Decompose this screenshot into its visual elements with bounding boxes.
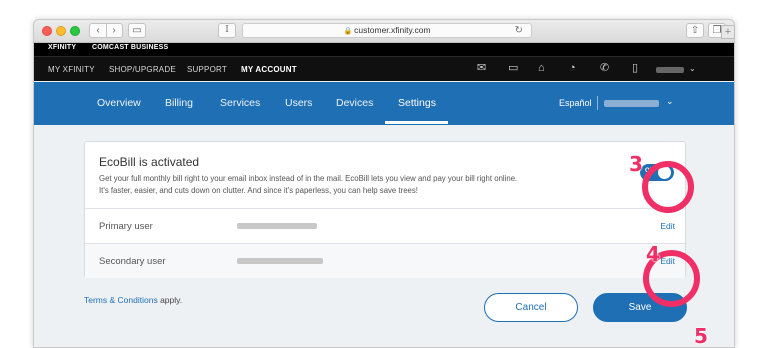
tab-billing[interactable]: Billing (165, 97, 193, 109)
tab-services[interactable]: Services (220, 97, 260, 109)
mobile-icon[interactable]: ▯ (632, 63, 638, 74)
ecobill-description: Get your full monthly bill right to your… (99, 173, 579, 196)
new-tab-button[interactable]: + (721, 25, 735, 39)
tab-devices[interactable]: Devices (336, 97, 373, 109)
step-3-marker: 3 (629, 152, 643, 176)
primary-user-label: Primary user (99, 221, 153, 232)
back-forward-buttons: ‹ › (89, 23, 123, 38)
ecobill-title: EcoBill is activated (99, 155, 200, 169)
minimize-window-button[interactable] (56, 26, 66, 36)
secondary-user-row: Secondary user Edit (85, 243, 685, 278)
main-nav: MY XFINITY SHOP/UPGRADE SUPPORT MY ACCOU… (34, 56, 734, 81)
text-cursor-icon: I (225, 25, 229, 35)
language-link[interactable]: Español (559, 98, 592, 108)
browser-toolbar: ‹ › ▭ I 🔒 customer.xfinity.com ↻ ⇧ ❐ (34, 20, 734, 43)
screenshot-stage: ‹ › ▭ I 🔒 customer.xfinity.com ↻ ⇧ ❐ XFINI… (0, 0, 768, 348)
reader-view-button[interactable]: I (218, 23, 236, 38)
primary-user-row: Primary user Edit (85, 208, 685, 243)
ecobill-description-line-2: It's faster, easier, and cuts down on cl… (99, 185, 418, 195)
nav-shop-upgrade[interactable]: SHOP/UPGRADE (109, 65, 176, 74)
nav-divider (597, 96, 598, 110)
brand-bar: XFINITY COMCAST BUSINESS (34, 43, 734, 56)
xfinity-link[interactable]: XFINITY (48, 44, 76, 51)
step-4-marker: 4 (646, 242, 660, 266)
address-bar[interactable]: 🔒 customer.xfinity.com ↻ (242, 23, 532, 38)
secondary-user-email-redacted (237, 258, 323, 264)
wifi-icon[interactable]: ◔ (569, 63, 576, 74)
sidebar-icon: ▭ (132, 25, 142, 36)
share-icon: ⇧ (690, 25, 700, 36)
account-name-redacted[interactable] (656, 67, 684, 73)
ecobill-card: EcoBill is activated Get your full month… (84, 141, 686, 278)
chevron-right-icon[interactable]: › (106, 24, 122, 37)
primary-user-email-redacted (237, 223, 317, 229)
nav-support[interactable]: SUPPORT (187, 65, 227, 74)
comcast-business-link[interactable]: COMCAST BUSINESS (92, 44, 168, 51)
ecobill-description-line-1: Get your full monthly bill right to your… (99, 174, 518, 183)
sidebar-toggle-button[interactable]: ▭ (128, 23, 146, 38)
tab-settings[interactable]: Settings (398, 97, 436, 109)
mail-icon[interactable]: ✉ (477, 63, 486, 74)
plus-icon: + (724, 26, 732, 38)
active-tab-indicator (385, 121, 448, 124)
nav-my-xfinity[interactable]: MY XFINITY (48, 65, 95, 74)
home-icon[interactable]: ⌂ (538, 63, 545, 74)
chevron-down-icon[interactable]: ⌄ (666, 96, 674, 107)
phone-icon[interactable]: ✆ (600, 63, 609, 74)
url-text: customer.xfinity.com (354, 25, 431, 35)
tab-overview[interactable]: Overview (97, 97, 141, 109)
user-name-redacted[interactable] (604, 100, 659, 107)
cancel-button[interactable]: Cancel (484, 293, 578, 322)
nav-my-account[interactable]: MY ACCOUNT (241, 65, 297, 74)
primary-user-edit-link[interactable]: Edit (660, 221, 675, 231)
reload-icon[interactable]: ↻ (515, 24, 523, 37)
highlight-ring-toggle (642, 161, 694, 213)
zoom-window-button[interactable] (70, 26, 80, 36)
tv-icon[interactable]: ▭ (508, 63, 518, 74)
tab-users[interactable]: Users (285, 97, 312, 109)
chevron-left-icon[interactable]: ‹ (90, 24, 106, 37)
browser-window: ‹ › ▭ I 🔒 customer.xfinity.com ↻ ⇧ ❐ XFINI… (33, 19, 735, 348)
terms-link[interactable]: Terms & Conditions (84, 295, 158, 305)
step-5-marker: 5 (694, 324, 708, 348)
chevron-down-icon[interactable]: ⌄ (689, 64, 696, 73)
account-sub-nav: Overview Billing Services Users Devices … (34, 82, 734, 125)
terms-suffix: apply. (160, 295, 183, 305)
close-window-button[interactable] (42, 26, 52, 36)
terms-text: Terms & Conditions apply. (84, 295, 182, 305)
share-button[interactable]: ⇧ (686, 23, 704, 38)
lock-icon: 🔒 (343, 28, 353, 35)
secondary-user-label: Secondary user (99, 256, 166, 267)
